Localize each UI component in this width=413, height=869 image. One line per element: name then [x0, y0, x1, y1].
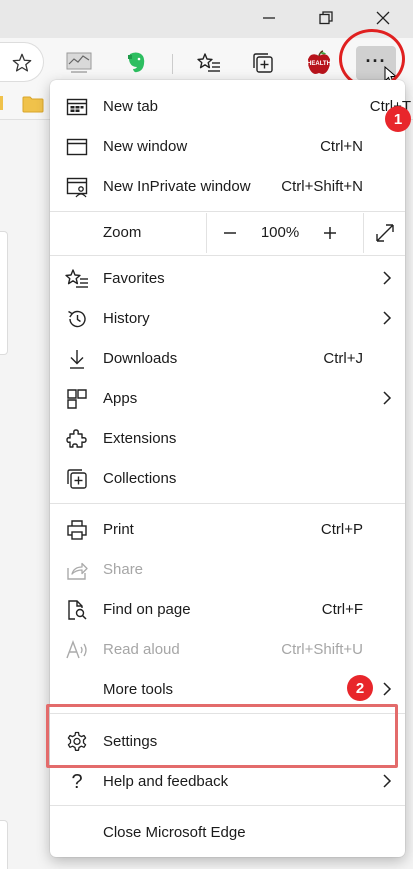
- address-bar-edge[interactable]: [0, 42, 44, 82]
- chevron-right-icon: [383, 391, 392, 405]
- minus-icon: [224, 232, 236, 234]
- evernote-icon: [128, 52, 145, 73]
- restore-button[interactable]: [303, 0, 349, 36]
- menu-item-favorites[interactable]: Favorites: [50, 258, 405, 298]
- menu-item-label: Help and feedback: [103, 772, 229, 790]
- extension-graph-button[interactable]: [62, 46, 96, 80]
- menu-item-share: Share: [50, 549, 405, 589]
- health-apple-icon: HEALTH: [307, 50, 331, 74]
- menu-item-collections[interactable]: Collections: [50, 458, 405, 498]
- zoom-value: 100%: [260, 224, 300, 241]
- zoom-label: Zoom: [103, 224, 142, 241]
- menu-separator: [50, 255, 405, 256]
- menu-item-close-microsoft-edge[interactable]: Close Microsoft Edge: [50, 812, 405, 852]
- menu-item-label: Share: [103, 560, 144, 578]
- menu-separator: [50, 503, 405, 504]
- page-card: [0, 231, 8, 355]
- collections-icon: [253, 53, 273, 73]
- collections-button[interactable]: [246, 46, 280, 80]
- menu-item-label: New tab: [103, 97, 159, 115]
- puzzle-icon: [65, 427, 89, 451]
- inprivate-icon: [65, 175, 89, 199]
- zoom-control: Zoom 100%: [50, 213, 405, 253]
- full-screen-button[interactable]: [365, 213, 405, 253]
- folder-icon[interactable]: [22, 96, 44, 113]
- full-screen-icon: [376, 224, 394, 242]
- menu-item-label: New InPrivate window: [103, 177, 251, 195]
- menu-item-shortcut: Ctrl+J: [323, 349, 363, 367]
- evernote-button[interactable]: [119, 46, 153, 80]
- zoom-out-button[interactable]: [210, 213, 250, 253]
- health-extension-button[interactable]: HEALTH: [302, 46, 336, 80]
- share-icon: [65, 558, 89, 582]
- chevron-right-icon: [383, 682, 392, 696]
- menu-item-label: Print: [103, 520, 134, 538]
- download-icon: [65, 347, 89, 371]
- favorites-list-button[interactable]: [192, 46, 226, 80]
- chevron-right-icon: [383, 271, 392, 285]
- health-icon-text: HEALTH: [307, 61, 331, 67]
- menu-item-label: Favorites: [103, 269, 165, 287]
- step-badge-2: 2: [347, 675, 373, 701]
- minimize-icon: [263, 17, 275, 19]
- favorites-icon: [65, 267, 89, 291]
- menu-item-label: Find on page: [103, 600, 191, 618]
- menu-item-shortcut: Ctrl+F: [321, 600, 363, 618]
- menu-item-label: Extensions: [103, 429, 177, 447]
- chevron-right-icon: [383, 311, 392, 325]
- printer-icon: [65, 518, 89, 542]
- annotation-highlight-box: [46, 704, 398, 768]
- menu-item-read-aloud: Read aloud Ctrl+Shift+U: [50, 629, 405, 669]
- bookmark-edge: [0, 96, 3, 110]
- menu-item-label: New window: [103, 137, 188, 155]
- menu-item-history[interactable]: History: [50, 298, 405, 338]
- find-on-page-icon: [65, 598, 89, 622]
- menu-item-apps[interactable]: Apps: [50, 378, 405, 418]
- new-tab-icon: [65, 95, 89, 119]
- menu-item-extensions[interactable]: Extensions: [50, 418, 405, 458]
- read-aloud-icon: [65, 638, 89, 662]
- menu-item-label: Collections: [103, 469, 177, 487]
- menu-item-label: Apps: [103, 389, 138, 407]
- menu-item-label: Downloads: [103, 349, 178, 367]
- extension-graph-icon: [66, 52, 92, 73]
- menu-separator: [50, 805, 405, 806]
- zoom-divider: [206, 213, 207, 253]
- menu-item-new-inprivate-window[interactable]: New InPrivate window Ctrl+Shift+N: [50, 166, 405, 206]
- zoom-in-button[interactable]: [310, 213, 350, 253]
- menu-item-downloads[interactable]: Downloads Ctrl+J: [50, 338, 405, 378]
- collections-icon: [65, 467, 89, 491]
- menu-item-label: Read aloud: [103, 640, 180, 658]
- favorites-list-icon: [197, 53, 220, 72]
- plus-icon: [324, 227, 336, 239]
- menu-item-new-window[interactable]: New window Ctrl+N: [50, 126, 405, 166]
- menu-item-find-on-page[interactable]: Find on page Ctrl+F: [50, 589, 405, 629]
- minimize-button[interactable]: [246, 0, 292, 36]
- menu-item-shortcut: Ctrl+Shift+N: [281, 177, 363, 195]
- menu-item-label: Close Microsoft Edge: [103, 823, 246, 841]
- menu-separator: [50, 211, 405, 212]
- step-badge-1: 1: [385, 106, 411, 132]
- menu-item-label: History: [103, 309, 150, 327]
- favorite-star-icon[interactable]: [11, 52, 33, 74]
- toolbar-divider: [172, 54, 173, 74]
- new-window-icon: [65, 135, 89, 159]
- menu-item-shortcut: Ctrl+N: [320, 137, 363, 155]
- menu-item-new-tab[interactable]: New tab Ctrl+T: [50, 86, 411, 126]
- menu-item-shortcut: Ctrl+Shift+U: [281, 640, 363, 658]
- zoom-divider: [363, 213, 364, 253]
- history-icon: [65, 307, 89, 331]
- chevron-right-icon: [383, 774, 392, 788]
- apps-icon: [65, 387, 89, 411]
- menu-item-label: More tools: [103, 680, 174, 698]
- close-icon: [376, 11, 390, 25]
- menu-item-shortcut: Ctrl+P: [320, 520, 363, 538]
- question-mark-icon: ?: [71, 770, 83, 793]
- menu-item-print[interactable]: Print Ctrl+P: [50, 509, 405, 549]
- title-bar: [0, 0, 413, 38]
- page-card: [0, 820, 8, 869]
- restore-icon: [319, 11, 333, 25]
